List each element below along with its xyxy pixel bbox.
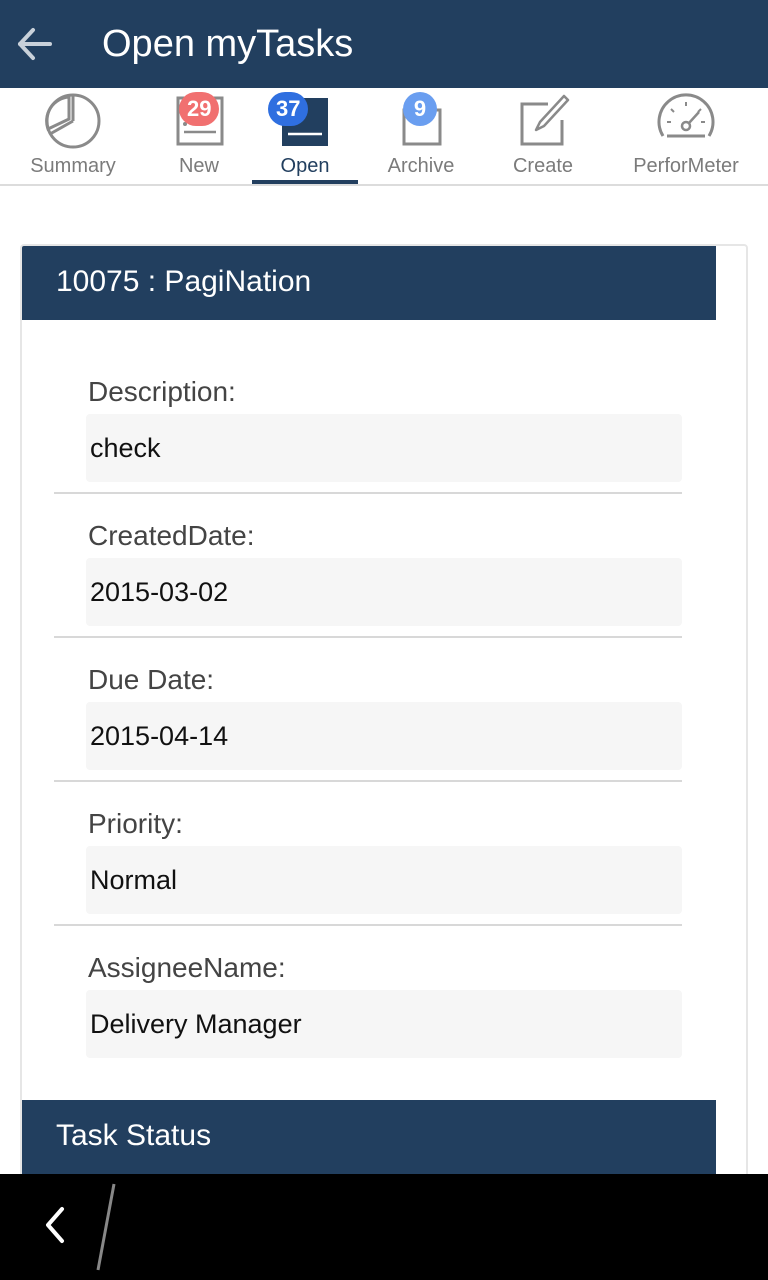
divider-slash-icon [96, 1183, 116, 1271]
system-back-button[interactable] [30, 1200, 80, 1250]
app-screen: Open myTasks Summary 29 New 37 Open 9 Ar… [0, 0, 768, 1280]
task-title: 10075 : PagiNation [56, 265, 312, 298]
tab-create[interactable]: Create [494, 88, 592, 186]
page-title: Open myTasks [102, 23, 354, 65]
task-card: 10075 : PagiNation Description: check Cr… [20, 244, 748, 1204]
description-field[interactable]: check [86, 414, 682, 482]
task-status-title: Task Status [56, 1119, 212, 1152]
priority-field[interactable]: Normal [86, 846, 682, 914]
created-date-field[interactable]: 2015-03-02 [86, 558, 682, 626]
list-icon: 29 [164, 90, 234, 152]
arrow-left-icon [18, 28, 52, 60]
edit-icon [508, 90, 578, 152]
tab-new[interactable]: 29 New [150, 88, 248, 186]
archive-icon: 9 [386, 90, 456, 152]
assignee-name-field[interactable]: Delivery Manager [86, 990, 682, 1058]
tab-label: New [178, 155, 219, 177]
tab-label: Open [280, 155, 330, 177]
divider [54, 492, 682, 494]
task-status-header[interactable]: Task Status [22, 1100, 716, 1174]
top-app-bar: Open myTasks [0, 0, 768, 88]
system-nav-bar [0, 1174, 768, 1280]
tab-archive[interactable]: 9 Archive [372, 88, 470, 186]
divider [54, 780, 682, 782]
assignee-name-label: AssigneeName: [88, 952, 286, 983]
new-count-badge: 29 [179, 92, 220, 126]
archive-count-badge: 9 [403, 92, 437, 126]
back-button[interactable] [10, 20, 58, 68]
open-count-badge: 37 [268, 92, 309, 126]
created-date-label: CreatedDate: [88, 520, 255, 551]
due-date-label: Due Date: [88, 664, 215, 695]
gauge-icon [651, 90, 721, 152]
task-header: 10075 : PagiNation [22, 246, 716, 320]
tab-label: Create [512, 155, 574, 177]
tab-label: Archive [387, 155, 455, 177]
tab-label: PerforMeter [633, 155, 739, 177]
tab-bar: Summary 29 New 37 Open 9 Archive Create … [0, 88, 768, 186]
chevron-left-icon [46, 1207, 64, 1243]
tab-summary[interactable]: Summary [18, 88, 128, 186]
tab-performeter[interactable]: PerforMeter [624, 88, 748, 186]
divider [54, 636, 682, 638]
due-date-field[interactable]: 2015-04-14 [86, 702, 682, 770]
description-label: Description: [88, 376, 236, 407]
pie-chart-icon [38, 90, 108, 152]
active-tab-indicator [252, 180, 358, 184]
tab-open[interactable]: 37 Open [252, 88, 358, 186]
divider [54, 924, 682, 926]
priority-label: Priority: [88, 808, 183, 839]
tab-label: Summary [30, 155, 116, 177]
open-list-icon: 37 [268, 90, 340, 152]
